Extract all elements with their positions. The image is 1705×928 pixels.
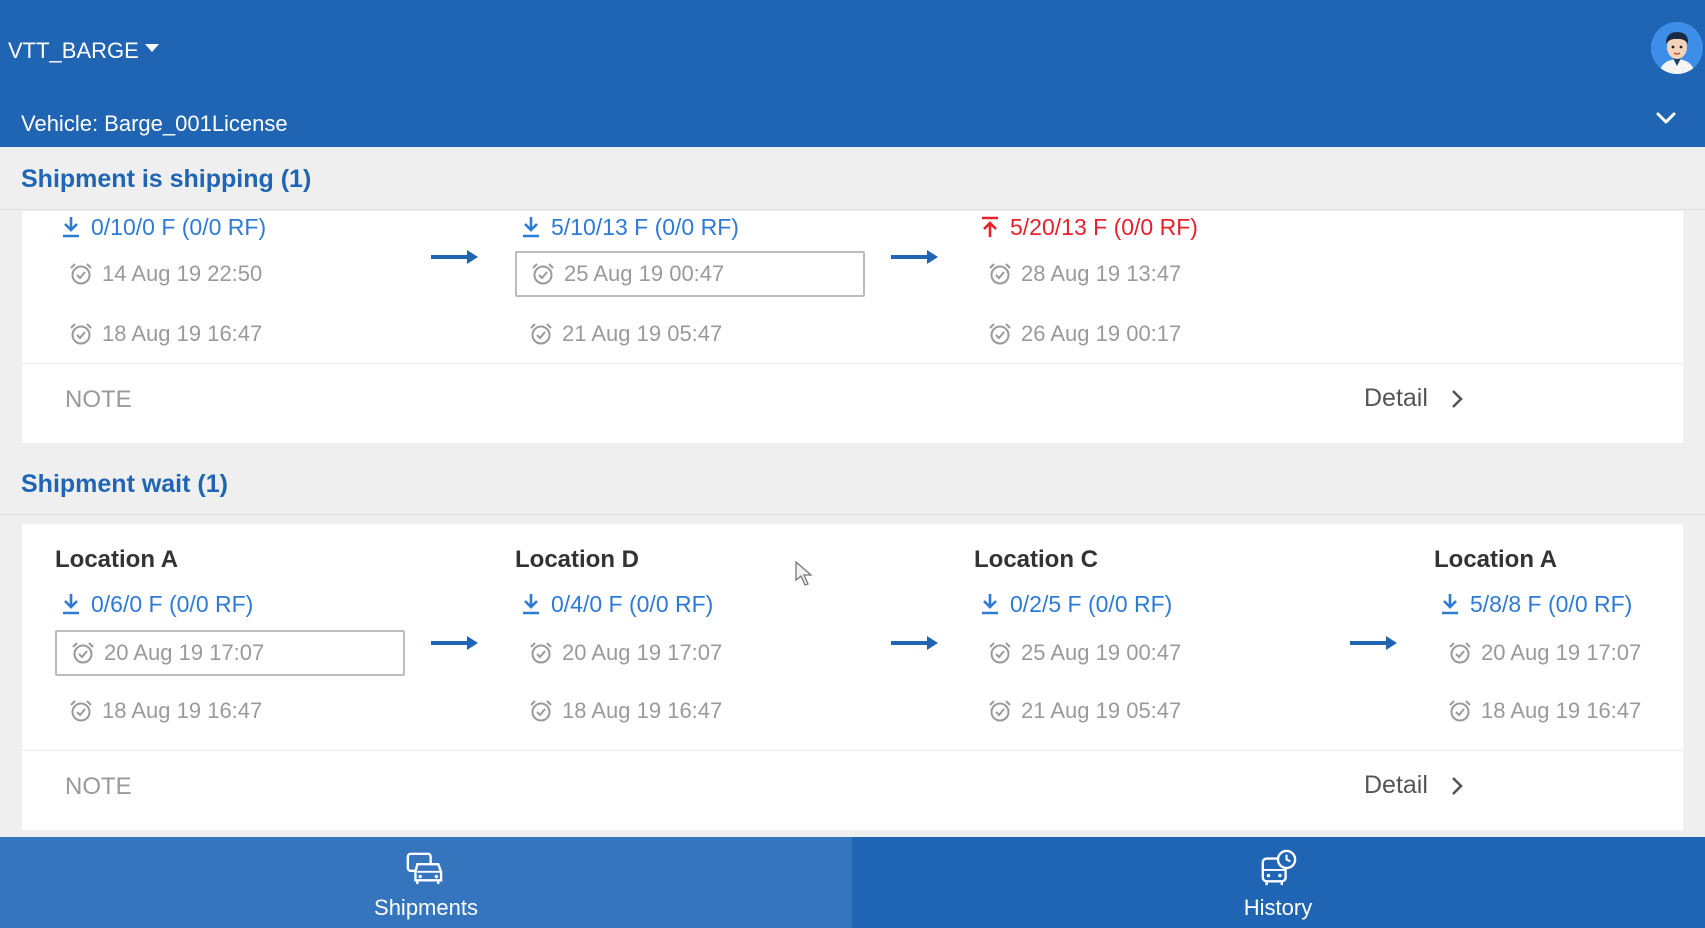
time-estimate-field[interactable]: 20 Aug 19 17:07 [55,630,405,676]
alarm-clock-icon [70,700,92,722]
alarm-clock-icon [989,263,1011,285]
alarm-clock-icon [70,323,92,345]
stop-3: 5/20/13 F (0/0 RF) 28 Aug 19 13:47 26 Au… [974,211,1324,357]
time-estimate: 25 Aug 19 00:47 [974,630,1324,676]
vehicle-label: Vehicle: Barge_001License [21,111,288,136]
time-estimate: 20 Aug 19 17:07 [1434,630,1664,676]
download-icon [523,217,539,238]
chevron-right-icon [1452,389,1463,408]
time-estimate-field[interactable]: 25 Aug 19 00:47 [515,251,865,297]
wait-section-header: Shipment wait (1) [0,452,1705,515]
nav-history-label: History [1243,895,1313,920]
time-actual: 21 Aug 19 05:47 [974,688,1324,734]
detail-button[interactable]: Detail [1364,771,1466,800]
container-qty: 0/4/0 F (0/0 RF) [515,588,865,620]
nav-shipments[interactable]: Shipments [0,837,852,928]
time-actual: 18 Aug 19 16:47 [55,311,405,357]
arrow-right-icon [431,250,478,264]
shipping-section-header: Shipment is shipping (1) [0,147,1705,210]
caret-down-icon [144,44,159,52]
card-footer: NOTE Detail [22,750,1683,830]
time-actual: 18 Aug 19 16:47 [1434,688,1664,734]
alarm-clock-icon [989,323,1011,345]
section-title: Shipment is shipping (1) [21,165,312,193]
time-estimate: 28 Aug 19 13:47 [974,251,1324,297]
arrow-right-icon [431,636,478,650]
chevron-right-icon [1452,776,1463,795]
stop-2: 5/10/13 F (0/0 RF) 25 Aug 19 00:47 21 Au… [515,211,865,357]
container-qty: 5/8/8 F (0/0 RF) [1434,588,1664,620]
time-actual: 21 Aug 19 05:47 [515,311,865,357]
time-estimate: 14 Aug 19 22:50 [55,251,405,297]
detail-button[interactable]: Detail [1364,384,1466,413]
account-name: VTT_BARGE [8,38,139,63]
download-icon [1442,594,1458,615]
user-avatar-icon [1651,22,1703,74]
stop-1: Location A 0/6/0 F (0/0 RF) 20 Aug 19 17… [55,546,405,734]
time-actual: 26 Aug 19 00:17 [974,311,1324,357]
stop-4: Location A 5/8/8 F (0/0 RF) 20 Aug 19 17… [1434,546,1664,734]
alarm-clock-icon [530,642,552,664]
alarm-clock-icon [989,642,1011,664]
time-estimate: 20 Aug 19 17:07 [515,630,865,676]
nav-shipments-label: Shipments [374,895,478,920]
arrow-right-icon [891,636,938,650]
time-actual: 18 Aug 19 16:47 [515,688,865,734]
app-bar: VTT_BARGE Vehicle: Barge_001License [0,0,1705,147]
account-selector[interactable]: VTT_BARGE [8,38,159,64]
nav-history[interactable]: History [852,837,1704,928]
chevron-down-icon[interactable] [1654,106,1678,130]
alarm-clock-icon [532,263,554,285]
container-qty: 5/20/13 F (0/0 RF) [974,211,1324,243]
card-footer: NOTE Detail [22,363,1683,443]
bottom-navigation: Shipments History [0,837,1705,928]
note-label: NOTE [65,773,132,800]
download-icon [63,217,79,238]
history-icon [1261,849,1297,886]
container-qty: 5/10/13 F (0/0 RF) [515,211,865,243]
arrow-right-icon [1350,636,1397,650]
arrow-right-icon [891,250,938,264]
container-qty: 0/6/0 F (0/0 RF) [55,588,405,620]
location-name: Location A [1434,546,1558,573]
time-actual: 18 Aug 19 16:47 [55,688,405,734]
alarm-clock-icon [70,263,92,285]
alarm-clock-icon [530,700,552,722]
stop-1: 0/10/0 F (0/0 RF) 14 Aug 19 22:50 18 Aug… [55,211,405,357]
alarm-clock-icon [989,700,1011,722]
container-qty: 0/2/5 F (0/0 RF) [974,588,1324,620]
shipment-card-wait[interactable]: Location A 0/6/0 F (0/0 RF) 20 Aug 19 17… [22,524,1683,830]
stop-3: Location C 0/2/5 F (0/0 RF) 25 Aug 19 00… [974,546,1324,734]
note-label: NOTE [65,386,132,413]
avatar[interactable] [1651,22,1703,74]
download-icon [523,594,539,615]
shipment-card-shipping[interactable]: 0/10/0 F (0/0 RF) 14 Aug 19 22:50 18 Aug… [22,211,1683,443]
upload-icon [982,216,998,237]
location-name: Location A [55,546,179,573]
download-icon [982,594,998,615]
shipments-icon [406,852,443,885]
container-qty: 0/10/0 F (0/0 RF) [55,211,405,243]
download-icon [63,594,79,615]
section-title: Shipment wait (1) [21,470,228,498]
alarm-clock-icon [1449,700,1471,722]
alarm-clock-icon [530,323,552,345]
alarm-clock-icon [1449,642,1471,664]
location-name: Location C [974,546,1098,573]
alarm-clock-icon [72,642,94,664]
mouse-cursor-icon [795,560,813,586]
